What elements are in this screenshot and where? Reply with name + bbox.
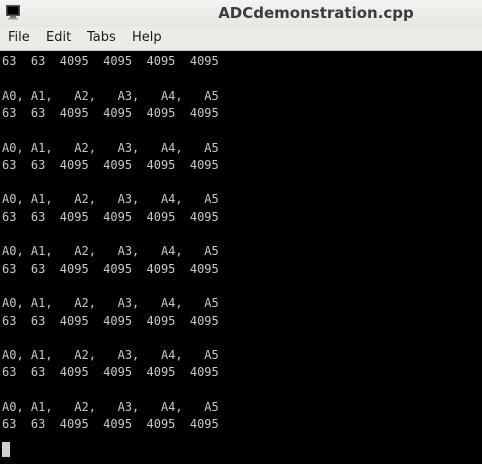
terminal-line: A0, A1, A2, A3, A4, A5 xyxy=(2,244,219,259)
terminal-icon xyxy=(6,5,20,20)
terminal-line: 63 63 4095 4095 4095 4095 xyxy=(2,54,219,68)
terminal-line: 63 63 4095 4095 4095 4095 xyxy=(2,261,219,276)
terminal-line: 63 63 4095 4095 4095 4095 xyxy=(2,417,219,432)
menu-help[interactable]: Help xyxy=(132,29,162,47)
terminal-line: A0, A1, A2, A3, A4, A5 xyxy=(2,88,219,103)
terminal-line: A0, A1, A2, A3, A4, A5 xyxy=(2,140,219,155)
terminal-line: 63 63 4095 4095 4095 4095 xyxy=(2,313,219,328)
terminal-line: A0, A1, A2, A3, A4, A5 xyxy=(2,296,219,311)
terminal-line: 63 63 4095 4095 4095 4095 xyxy=(2,209,219,224)
terminal-line: 63 63 4095 4095 4095 4095 xyxy=(2,365,219,380)
terminal-line: A0, A1, A2, A3, A4, A5 xyxy=(2,348,219,363)
terminal-output[interactable]: 63 63 4095 4095 4095 4095 A0, A1, A2, A3,… xyxy=(0,51,482,464)
terminal-line: 63 63 4095 4095 4095 4095 xyxy=(2,157,219,172)
menu-file[interactable]: File xyxy=(8,29,30,47)
title-bar[interactable]: ADCdemonstration.cpp xyxy=(0,0,482,27)
window-title: ADCdemonstration.cpp xyxy=(218,4,414,22)
menu-bar: File Edit Tabs Help xyxy=(0,27,482,51)
text-cursor xyxy=(2,442,10,457)
menu-tabs[interactable]: Tabs xyxy=(87,29,116,47)
terminal-window: ADCdemonstration.cpp File Edit Tabs Help… xyxy=(0,0,482,464)
terminal-line: A0, A1, A2, A3, A4, A5 xyxy=(2,400,219,414)
terminal-line: 63 63 4095 4095 4095 4095 xyxy=(2,105,219,120)
terminal-line: A0, A1, A2, A3, A4, A5 xyxy=(2,192,219,207)
menu-edit[interactable]: Edit xyxy=(46,29,71,47)
